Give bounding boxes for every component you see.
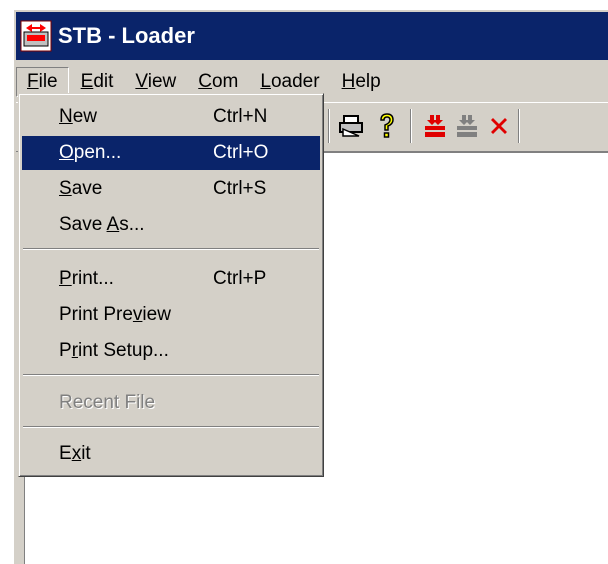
printer-icon[interactable] [336,111,366,141]
title-bar[interactable]: STB - Loader [16,12,608,60]
menu-item-print-preview[interactable]: Print Preview [22,298,320,332]
menu-separator [23,426,319,428]
file-menu-dropdown: New Ctrl+N Open... Ctrl+O Save Ctrl+S Sa… [18,93,324,477]
loader-disabled-icon[interactable] [452,111,482,141]
shortcut-new: Ctrl+N [213,106,268,127]
shortcut-print: Ctrl+P [213,268,267,289]
menu-view[interactable]: View [125,68,186,96]
menu-item-new[interactable]: New Ctrl+N [22,100,320,134]
menu-edit[interactable]: Edit [71,68,124,96]
help-icon[interactable] [372,111,402,141]
toolbar-separator [410,109,412,143]
shortcut-save: Ctrl+S [213,178,267,199]
menu-item-save-as[interactable]: Save As... [22,208,320,242]
menu-item-print-setup[interactable]: Print Setup... [22,334,320,368]
shortcut-open: Ctrl+O [213,142,269,163]
menu-separator [23,374,319,376]
menu-item-recent-file: Recent File [59,392,156,413]
window-title: STB - Loader [58,23,195,48]
menu-com[interactable]: Com [188,68,248,96]
toolbar-separator [328,109,330,143]
close-icon[interactable] [484,111,514,141]
menu-separator [23,248,319,250]
menu-loader[interactable]: Loader [250,68,329,96]
app-icon [20,20,52,52]
loader-load-icon[interactable] [420,111,450,141]
menu-item-exit[interactable]: Exit [22,437,320,471]
menu-item-save[interactable]: Save Ctrl+S [22,172,320,206]
toolbar-separator [518,109,520,143]
menu-item-open[interactable]: Open... Ctrl+O [22,136,320,170]
menu-help[interactable]: Help [332,68,391,96]
menu-item-print[interactable]: Print... Ctrl+P [22,262,320,296]
